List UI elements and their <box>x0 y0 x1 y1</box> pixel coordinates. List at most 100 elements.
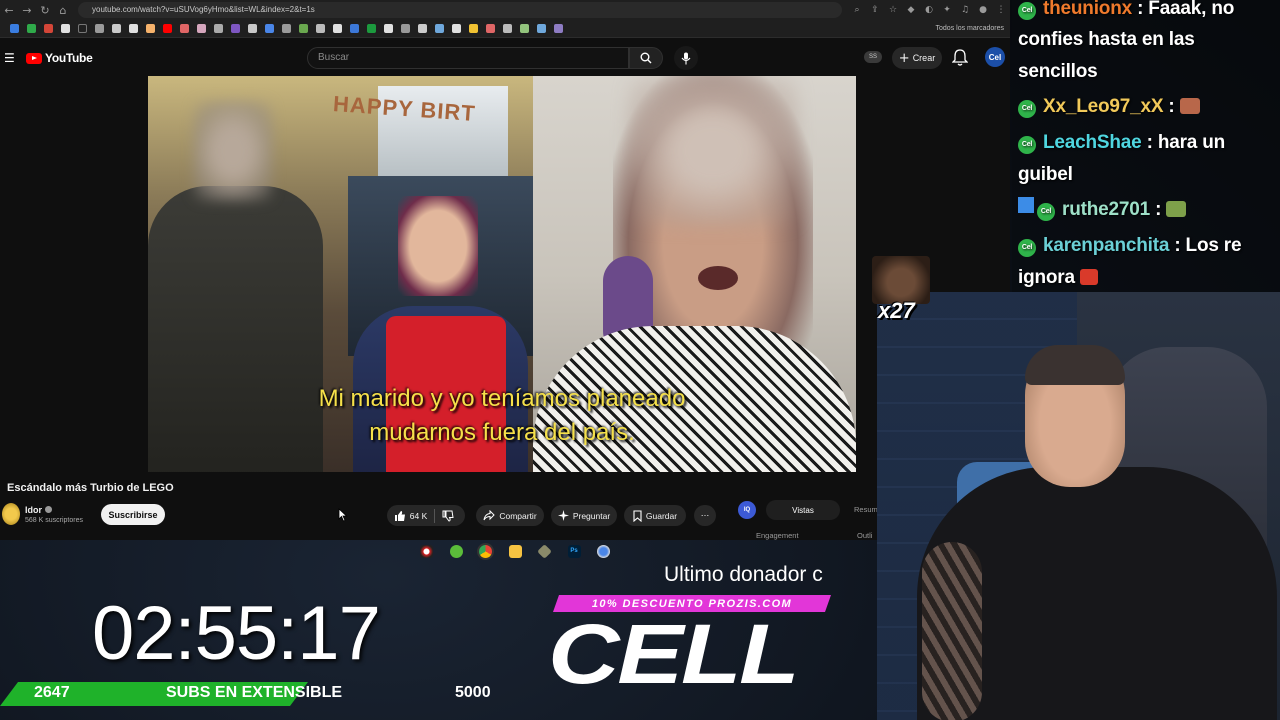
subs-current: 2647 <box>34 684 70 701</box>
tiktok-icon[interactable] <box>78 24 87 33</box>
share-page-icon[interactable]: ⇪ <box>868 3 882 17</box>
file-explorer-icon[interactable] <box>508 544 522 558</box>
account-avatar[interactable]: Cel <box>985 47 1005 67</box>
bookmark-icon[interactable] <box>129 24 138 33</box>
bookmark-icon[interactable] <box>367 24 376 33</box>
puzzle-icon[interactable]: ✦ <box>940 3 954 17</box>
youtube-play-icon <box>26 52 42 64</box>
extension-icon[interactable]: ◐ <box>922 3 936 17</box>
back-icon[interactable]: ← <box>0 1 18 19</box>
create-button[interactable]: + Crear <box>892 47 942 69</box>
home-icon[interactable]: ⌂ <box>54 1 72 19</box>
bookmark-icon[interactable] <box>197 24 206 33</box>
gmail-icon[interactable] <box>44 24 53 33</box>
save-label: Guardar <box>645 510 678 521</box>
chat-message-continued: confies hasta en las <box>1018 29 1195 50</box>
bookmark-icon[interactable] <box>265 24 274 33</box>
chat-badge-icon: Cel <box>1018 2 1036 20</box>
bookmark-icon[interactable] <box>282 24 291 33</box>
zoom-icon[interactable]: ⌕ <box>850 3 864 17</box>
bookmark-icon[interactable] <box>316 24 325 33</box>
hamburger-menu-icon[interactable]: ☰ <box>4 51 18 65</box>
menu-dots-icon[interactable]: ⋮ <box>994 3 1008 17</box>
youtube-bookmark-icon[interactable] <box>163 24 172 33</box>
x-icon[interactable] <box>61 24 70 33</box>
app-icon[interactable] <box>537 543 552 559</box>
chat-badge-icon: Cel <box>1018 136 1036 154</box>
bookmark-icon[interactable] <box>333 24 342 33</box>
media-icon[interactable]: ♫ <box>958 3 972 17</box>
chat-message: Cel karenpanchita : Los re <box>1018 230 1278 262</box>
extension-icon[interactable]: ◆ <box>904 3 918 17</box>
emote-combo: x27 <box>872 256 930 328</box>
chat-username: ruthe2701 <box>1062 199 1150 220</box>
channel-avatar[interactable] <box>2 503 20 525</box>
bookmark-icon[interactable] <box>27 24 36 33</box>
bookmark-icon <box>633 509 642 522</box>
tab-summary[interactable]: Resum <box>854 505 878 514</box>
bookmark-icon[interactable] <box>146 24 155 33</box>
bookmark-star-icon[interactable]: ☆ <box>886 3 900 17</box>
app-icon[interactable] <box>597 544 610 558</box>
emote-icon <box>1179 98 1200 114</box>
forward-icon[interactable]: → <box>18 1 36 19</box>
like-icon[interactable] <box>394 510 406 522</box>
subathon-timer: 02:55:17 <box>92 591 381 676</box>
blurred-face <box>628 76 798 226</box>
chat-message-continued: guibel <box>1018 164 1073 185</box>
bookmark-icon[interactable] <box>299 24 308 33</box>
chat-username: Xx_Leo97_xX <box>1043 96 1164 117</box>
more-options-icon[interactable]: ⋯ <box>694 505 716 526</box>
save-button[interactable]: Guardar <box>624 505 686 526</box>
bookmark-icon[interactable] <box>350 24 359 33</box>
bookmark-icon[interactable] <box>180 24 189 33</box>
ask-button[interactable]: Preguntar <box>551 505 617 526</box>
video-player[interactable]: HAPPY BIRT Mi marido y yo teníamos plane… <box>148 76 856 472</box>
tab-views[interactable]: Vistas <box>766 500 840 520</box>
browser-toolbar: ← → ↻ ⌂ youtube.com/watch?v=uSUVog6yHmo&… <box>0 0 1010 20</box>
bookmark-icon[interactable] <box>112 24 121 33</box>
reload-icon[interactable]: ↻ <box>36 1 54 19</box>
search-button[interactable] <box>629 47 663 69</box>
bookmark-icon[interactable] <box>435 24 444 33</box>
all-bookmarks-folder[interactable]: Todos los marcadores <box>936 25 1004 32</box>
bookmark-icon[interactable] <box>401 24 410 33</box>
app-icon[interactable] <box>449 544 463 558</box>
last-donor-name: CELL <box>548 607 800 701</box>
voice-search-button[interactable] <box>674 46 698 70</box>
bookmark-icon[interactable] <box>214 24 223 33</box>
bookmark-icon[interactable] <box>469 24 478 33</box>
photoshop-icon[interactable]: Ps <box>567 544 581 558</box>
like-count[interactable]: 64 K <box>410 511 428 521</box>
share-button[interactable]: Compartir <box>476 505 544 526</box>
bookmark-icon[interactable] <box>537 24 546 33</box>
sub-badge-icon <box>1018 197 1034 213</box>
bookmark-icon[interactable] <box>10 24 19 33</box>
dislike-icon[interactable] <box>442 510 454 522</box>
bookmark-icon[interactable] <box>248 24 257 33</box>
twitch-icon[interactable] <box>231 24 240 33</box>
bookmark-icon[interactable] <box>486 24 495 33</box>
notifications-bell-icon[interactable] <box>951 49 969 67</box>
bookmark-icon[interactable] <box>95 24 104 33</box>
bookmark-icon[interactable] <box>384 24 393 33</box>
chat-overlay: Cel theunionx : Faaak, no confies hasta e… <box>1012 0 1280 292</box>
subscribe-button[interactable]: Suscribirse <box>101 504 165 525</box>
bookmark-icon[interactable] <box>418 24 427 33</box>
chrome-icon[interactable] <box>479 544 492 558</box>
bookmark-icon[interactable] <box>503 24 512 33</box>
bookmark-icon[interactable] <box>554 24 563 33</box>
address-bar[interactable]: youtube.com/watch?v=uSUVog6yHmo&list=WL&… <box>78 2 842 18</box>
bookmark-icon[interactable] <box>452 24 461 33</box>
bookmark-icon[interactable] <box>520 24 529 33</box>
profile-icon[interactable]: ● <box>976 3 990 17</box>
subtitle-line: mudarnos fuera del país. <box>369 419 635 446</box>
channel-name[interactable]: Idor <box>25 505 52 515</box>
subtitle-line: Mi marido y yo teníamos planeado <box>318 385 686 412</box>
youtube-logo[interactable]: YouTube <box>26 51 93 65</box>
chat-message: Cel Xx_Leo97_xX : <box>1018 91 1278 123</box>
extension-badge[interactable]: SS <box>864 51 882 63</box>
obs-icon[interactable] <box>420 544 433 558</box>
search-input[interactable]: Buscar <box>307 47 629 69</box>
chat-message-continued: ignora <box>1018 262 1278 294</box>
